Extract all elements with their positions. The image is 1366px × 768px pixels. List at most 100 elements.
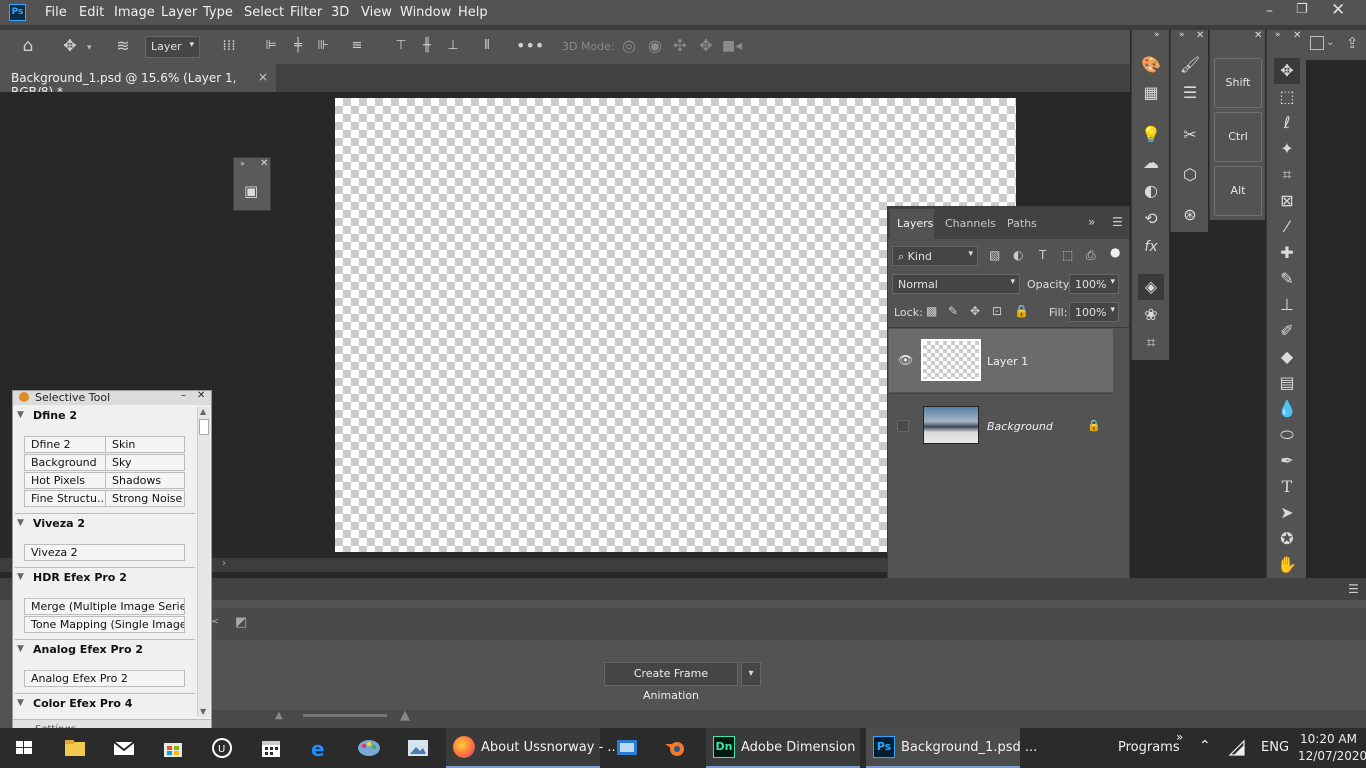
color-palette-icon[interactable]: 🎨: [1138, 52, 1164, 78]
sky-button[interactable]: Sky: [105, 454, 185, 471]
zoom-slider[interactable]: [303, 714, 387, 717]
auto-select-icon[interactable]: ≋: [110, 33, 136, 59]
create-frame-animation-button[interactable]: Create Frame Animation: [604, 662, 738, 702]
lock-pixels-icon[interactable]: ✎: [948, 304, 958, 318]
filter-adjustment-icon[interactable]: ◐: [1013, 248, 1023, 262]
menu-view[interactable]: View: [361, 5, 392, 20]
close-window-button[interactable]: ✕: [1331, 0, 1347, 20]
auto-select-dropdown[interactable]: Layer ▾: [145, 36, 200, 58]
zoom-out-icon[interactable]: ▲: [275, 710, 283, 721]
path-selection-icon[interactable]: ➤: [1274, 500, 1300, 526]
close-modifier-panel-icon[interactable]: ✕: [1254, 30, 1262, 41]
menu-image[interactable]: Image: [114, 5, 155, 20]
analog-efex-button[interactable]: Analog Efex Pro 2: [24, 670, 185, 687]
section-color-efex[interactable]: Color Efex Pro 4: [33, 697, 132, 710]
align-bottom-icon[interactable]: ⊥: [440, 33, 466, 59]
fill-input[interactable]: 100% ▾: [1069, 302, 1119, 322]
eraser-tool-icon[interactable]: ◆: [1274, 344, 1300, 370]
filter-type-icon[interactable]: T: [1039, 248, 1046, 262]
file-explorer-icon[interactable]: [61, 734, 89, 762]
pen-tool-icon[interactable]: ✒: [1274, 448, 1300, 474]
shape-tool-icon[interactable]: ✪: [1274, 526, 1300, 552]
collapse-arrow-icon[interactable]: ▼: [17, 698, 24, 708]
crop-tool-icon[interactable]: ⌗: [1274, 162, 1300, 188]
share-icon[interactable]: ⇪: [1346, 34, 1359, 52]
gradient-tool-icon[interactable]: ▤: [1274, 370, 1300, 396]
tab-channels[interactable]: Channels: [945, 217, 996, 230]
menu-select[interactable]: Select: [244, 5, 284, 20]
zoom-in-icon[interactable]: ▲: [400, 708, 410, 723]
transition-icon[interactable]: ◩: [235, 615, 247, 630]
remote-desktop-icon[interactable]: [613, 734, 641, 762]
collapse-arrow-icon[interactable]: ▼: [17, 644, 24, 654]
visibility-checkbox[interactable]: [897, 420, 909, 432]
workspace-icon[interactable]: [1310, 36, 1324, 50]
measurement-icon[interactable]: ⊛: [1177, 202, 1203, 228]
align-middle-icon[interactable]: ╫: [414, 33, 440, 59]
move-tool-icon[interactable]: ✥: [57, 33, 83, 59]
programs-toolbar-label[interactable]: Programs: [1118, 740, 1180, 755]
section-dfine[interactable]: Dfine 2: [33, 409, 77, 422]
filter-pixel-icon[interactable]: ▧: [989, 248, 1000, 262]
blend-mode-dropdown[interactable]: Normal ▾: [892, 274, 1020, 294]
3d-scale-icon[interactable]: ■◂: [719, 33, 745, 59]
menu-file[interactable]: File: [45, 5, 67, 20]
clone-source-icon[interactable]: ✂: [1177, 122, 1203, 148]
close-icon[interactable]: ✕: [197, 390, 205, 401]
wifi-icon[interactable]: [1228, 738, 1248, 758]
brush-settings-icon[interactable]: 🖌: [1177, 52, 1203, 78]
chevron-down-icon[interactable]: ⌄: [1326, 37, 1334, 48]
3d-cube-icon[interactable]: ⬡: [1177, 162, 1203, 188]
mail-icon[interactable]: [110, 734, 138, 762]
collapse-arrow-icon[interactable]: ▼: [17, 518, 24, 528]
blur-tool-icon[interactable]: 💧: [1274, 396, 1300, 422]
shift-key-button[interactable]: Shift: [1214, 58, 1262, 108]
lightbulb-icon[interactable]: 💡: [1138, 122, 1164, 148]
language-indicator[interactable]: ENG: [1261, 740, 1289, 755]
opacity-input[interactable]: 100% ▾: [1069, 274, 1119, 294]
lock-artboard-icon[interactable]: ⊡: [992, 304, 1002, 318]
scroll-thumb[interactable]: [199, 419, 209, 435]
background-button[interactable]: Background: [24, 454, 106, 471]
scroll-up-icon[interactable]: ▲: [200, 407, 206, 416]
taskbar-dimension[interactable]: Dn Adobe Dimension: [706, 728, 860, 768]
close-strip-icon[interactable]: ✕: [1196, 30, 1204, 41]
tab-paths[interactable]: Paths: [1007, 217, 1037, 230]
layer-name[interactable]: Layer 1: [987, 355, 1028, 368]
menu-help[interactable]: Help: [458, 5, 488, 20]
store-icon[interactable]: [159, 734, 187, 762]
expand-tools-icon[interactable]: »: [1275, 30, 1281, 40]
type-tool-icon[interactable]: T: [1274, 474, 1300, 500]
section-analog-efex[interactable]: Analog Efex Pro 2: [33, 643, 143, 656]
paint-icon[interactable]: [355, 734, 383, 762]
filter-kind-dropdown[interactable]: ⌕ Kind ▾: [892, 246, 978, 266]
libraries-icon[interactable]: ☁: [1138, 150, 1164, 176]
strong-noise-button[interactable]: Strong Noise: [105, 490, 185, 507]
hot-pixels-button[interactable]: Hot Pixels: [24, 472, 106, 489]
fine-structure-button[interactable]: Fine Structu...: [24, 490, 106, 507]
tab-layers[interactable]: Layers: [897, 217, 933, 230]
chevron-down-icon[interactable]: ▾: [741, 662, 761, 686]
clone-stamp-icon[interactable]: ⊥: [1274, 292, 1300, 318]
taskbar-firefox[interactable]: About Ussnorway - ...: [446, 728, 620, 768]
channels-icon[interactable]: ❀: [1138, 302, 1164, 328]
blender-icon[interactable]: [662, 734, 690, 762]
toolbar-expand-icon[interactable]: »: [1176, 730, 1183, 744]
menu-filter[interactable]: Filter: [290, 5, 322, 20]
layer-name[interactable]: Background: [987, 420, 1053, 433]
move-tool-icon[interactable]: ✥: [1274, 58, 1300, 84]
scroll-down-icon[interactable]: ▼: [200, 707, 206, 716]
collapse-arrow-icon[interactable]: ▼: [17, 572, 24, 582]
unreal-engine-icon[interactable]: U: [208, 734, 236, 762]
magic-wand-icon[interactable]: ✦: [1274, 136, 1300, 162]
expand-strip-icon[interactable]: »: [1179, 30, 1185, 40]
menu-edit[interactable]: Edit: [79, 5, 104, 20]
section-viveza[interactable]: Viveza 2: [33, 517, 85, 530]
3d-pan-icon[interactable]: ✣: [667, 33, 693, 59]
dfine2-button[interactable]: Dfine 2: [24, 436, 106, 453]
layer-row-background[interactable]: Background 🔒: [889, 393, 1113, 456]
document-tab[interactable]: Background_1.psd @ 15.6% (Layer 1, RGB/8…: [0, 64, 276, 99]
history-icon[interactable]: ⟲: [1138, 206, 1164, 232]
filter-toggle-icon[interactable]: ●: [1110, 245, 1120, 259]
transform-controls-icon[interactable]: ⁞⁞⁞: [216, 33, 242, 59]
